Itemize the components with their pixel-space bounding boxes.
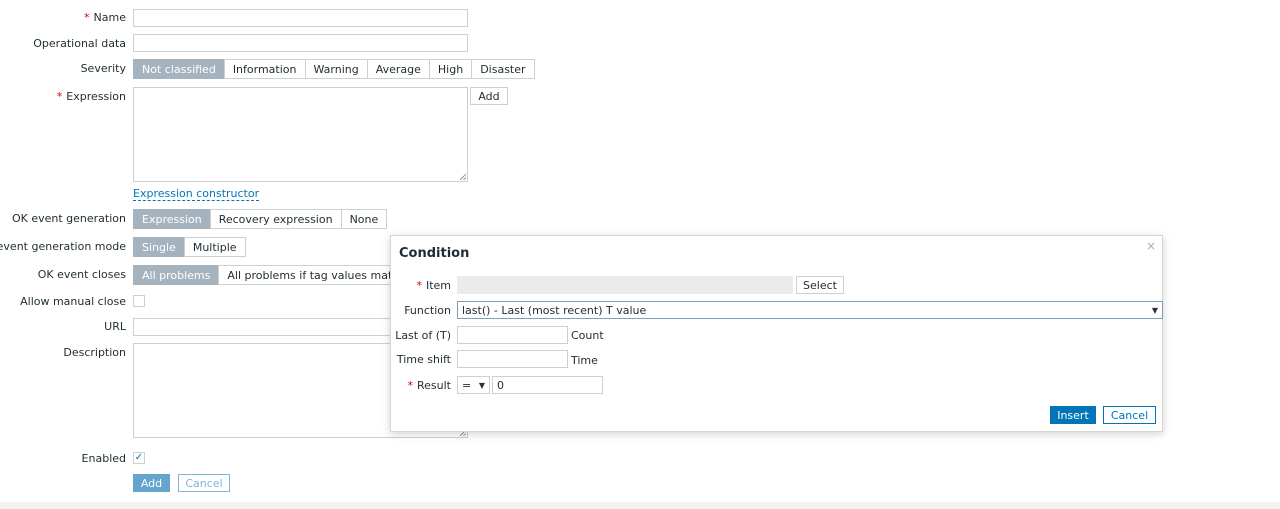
result-label: * Result <box>407 379 452 392</box>
dialog-title: Condition <box>399 246 470 261</box>
item-select-button[interactable]: Select <box>796 276 844 294</box>
allow-manual-close-checkbox[interactable] <box>133 295 145 307</box>
ok-generation-expression[interactable]: Expression <box>133 209 211 229</box>
last-of-unit: Count <box>571 329 604 342</box>
severity-disaster[interactable]: Disaster <box>471 59 535 79</box>
function-label: Function <box>404 304 451 317</box>
expression-textarea[interactable] <box>133 87 468 182</box>
ok-event-closes-selector: All problems All problems if tag values … <box>133 265 415 285</box>
insert-button[interactable]: Insert <box>1050 406 1096 424</box>
page-footer <box>0 502 1280 509</box>
cancel-button[interactable]: Cancel <box>178 474 230 492</box>
required-mark: * <box>56 90 63 103</box>
severity-selector: Not classified Information Warning Avera… <box>133 59 535 79</box>
expression-label: * Expression <box>56 90 126 103</box>
dialog-cancel-button[interactable]: Cancel <box>1103 406 1156 424</box>
severity-label: Severity <box>80 62 126 75</box>
last-of-input[interactable] <box>457 326 568 344</box>
severity-not-classified[interactable]: Not classified <box>133 59 225 79</box>
last-of-label: Last of (T) <box>395 329 451 342</box>
severity-average[interactable]: Average <box>366 59 430 79</box>
result-operator-value: = <box>462 378 472 392</box>
operational-data-input[interactable] <box>133 34 468 52</box>
ok-generation-recovery-expression[interactable]: Recovery expression <box>209 209 342 229</box>
name-label: * Name <box>84 11 126 24</box>
function-select-value: last() - Last (most recent) T value <box>462 303 647 317</box>
operational-data-label: Operational data <box>33 37 126 50</box>
expression-constructor-link[interactable]: Expression constructor <box>133 188 260 201</box>
severity-high[interactable]: High <box>428 59 473 79</box>
ok-generation-none[interactable]: None <box>340 209 388 229</box>
problem-mode-multiple[interactable]: Multiple <box>183 237 246 257</box>
result-operator-select[interactable]: = ▼ <box>457 376 490 394</box>
expression-add-button[interactable]: Add <box>470 87 508 105</box>
ok-event-closes-label: OK event closes <box>37 268 126 281</box>
function-select[interactable]: last() - Last (most recent) T value ▼ <box>457 301 1163 319</box>
problem-event-generation-mode-selector: Single Multiple <box>133 237 246 257</box>
chevron-down-icon: ▼ <box>1151 305 1158 315</box>
result-value-input[interactable]: 0 <box>492 376 603 394</box>
severity-information[interactable]: Information <box>223 59 306 79</box>
ok-event-generation-selector: Expression Recovery expression None <box>133 209 388 229</box>
add-button[interactable]: Add <box>133 474 170 492</box>
ok-event-generation-label: OK event generation <box>11 212 126 225</box>
time-shift-label: Time shift <box>396 353 451 366</box>
required-mark: * <box>416 279 422 292</box>
problem-event-generation-mode-label: PROBLEM event generation mode <box>0 240 126 253</box>
chevron-down-icon: ▼ <box>478 380 485 390</box>
condition-dialog: Condition × * Item Select Function last()… <box>390 235 1163 432</box>
description-label: Description <box>63 346 126 359</box>
ok-closes-tag-match[interactable]: All problems if tag values match <box>218 265 415 285</box>
enabled-label: Enabled <box>81 452 126 465</box>
severity-warning[interactable]: Warning <box>304 59 368 79</box>
time-shift-input[interactable] <box>457 350 568 368</box>
close-icon[interactable]: × <box>1146 239 1156 253</box>
enabled-checkbox[interactable]: ✓ <box>133 452 145 464</box>
name-input[interactable] <box>133 9 468 27</box>
required-mark: * <box>84 11 90 24</box>
required-mark: * <box>407 379 414 392</box>
item-input[interactable] <box>457 276 793 294</box>
problem-mode-single[interactable]: Single <box>133 237 185 257</box>
allow-manual-close-label: Allow manual close <box>20 295 126 308</box>
ok-closes-all-problems[interactable]: All problems <box>133 265 220 285</box>
time-shift-unit: Time <box>571 354 598 367</box>
url-label: URL <box>104 320 126 333</box>
item-label: * Item <box>416 279 451 292</box>
